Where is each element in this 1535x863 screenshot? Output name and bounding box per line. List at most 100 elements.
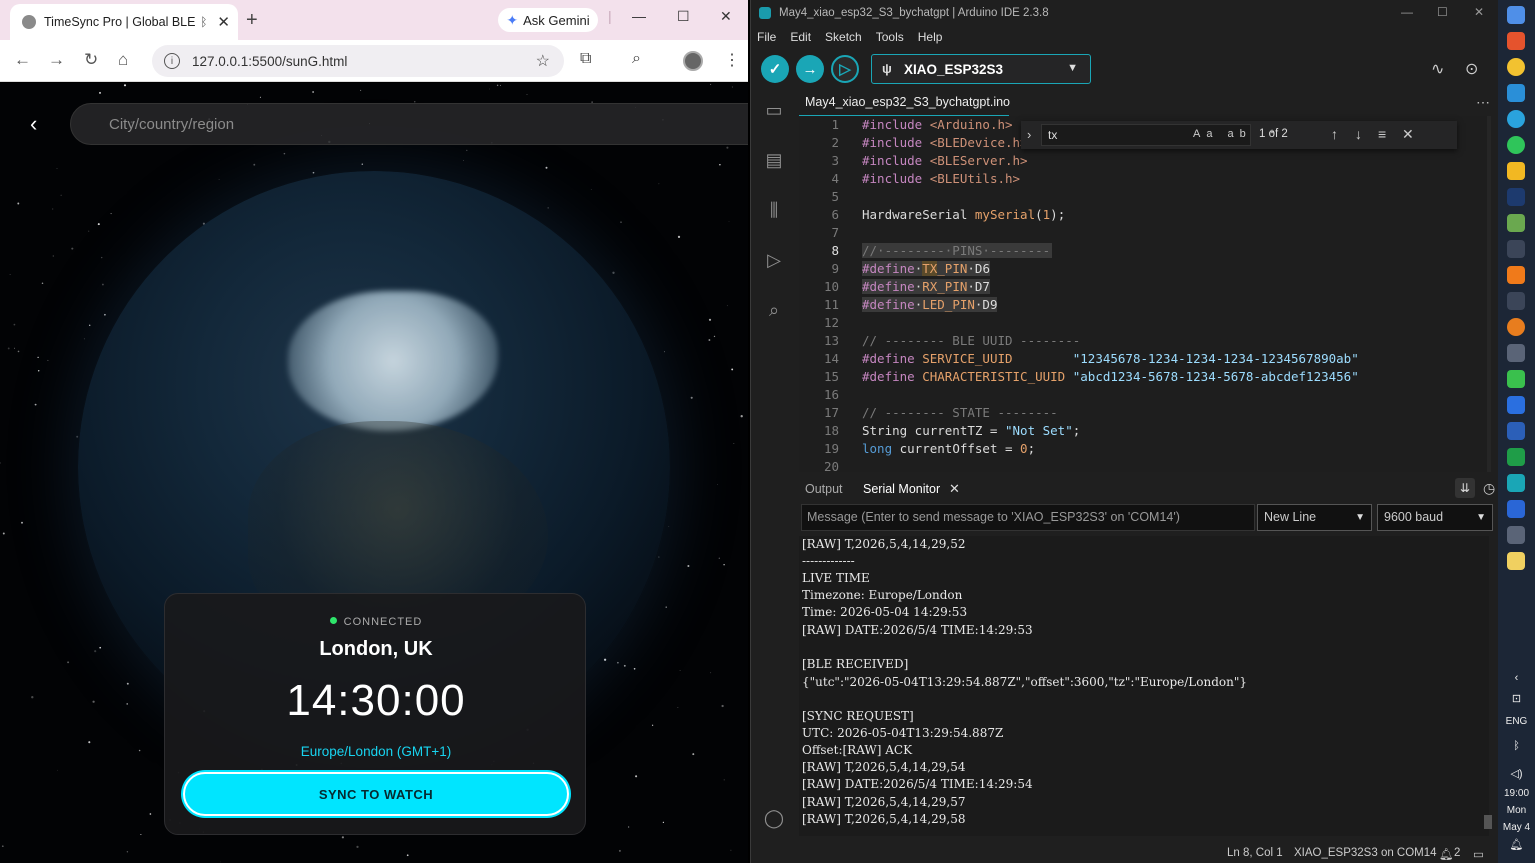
more-menu-icon[interactable]: ⋮ <box>724 50 740 70</box>
serial-monitor-icon[interactable]: ⊙ <box>1465 59 1478 79</box>
cursor-position[interactable]: Ln 8, Col 1 <box>1227 847 1283 859</box>
back-chevron-icon[interactable]: ‹ <box>30 111 37 137</box>
bookmark-star-icon[interactable]: ☆ <box>536 51 550 71</box>
clock-day[interactable]: Mon <box>1498 805 1535 816</box>
library-manager-icon[interactable]: ⫼ <box>763 200 785 222</box>
address-bar[interactable]: i 127.0.0.1:5500/sunG.html ☆ <box>152 45 564 77</box>
app-icon[interactable] <box>1507 344 1525 362</box>
profile-avatar[interactable] <box>683 51 703 71</box>
code-editor[interactable]: 1 2 3 4 5 6 7 8 9 10 11 12 13 14 15 16 17 18 19 20 #include… <box>799 116 1489 472</box>
ide-close-icon[interactable]: ✕ <box>1474 5 1484 19</box>
upload-arrow-icon[interactable]: → <box>796 55 824 83</box>
debug-icon[interactable]: ▷ <box>831 55 859 83</box>
arduino-icon[interactable] <box>1507 474 1525 492</box>
sketchbook-folder-icon[interactable]: ▭ <box>763 100 785 122</box>
whatsapp-icon[interactable] <box>1507 136 1525 154</box>
browser-tab[interactable]: TimeSync Pro | Global BLE ᛒ ✕ <box>10 4 238 40</box>
clock-date[interactable]: May 4 <box>1498 822 1535 833</box>
timestamp-icon[interactable]: ◷ <box>1483 480 1495 497</box>
file-explorer-icon[interactable] <box>1507 162 1525 180</box>
board-port-status[interactable]: XIAO_ESP32S3 on COM14 <box>1294 847 1437 859</box>
tray-app-icon[interactable]: ⊡ <box>1498 692 1535 705</box>
menu-file[interactable]: File <box>757 30 776 44</box>
site-info-icon[interactable]: i <box>164 53 180 69</box>
more-icon[interactable]: ⋯ <box>1476 94 1490 111</box>
verify-check-icon[interactable]: ✓ <box>761 55 789 83</box>
ide-maximize-icon[interactable]: ☐ <box>1437 5 1448 19</box>
menu-help[interactable]: Help <box>918 30 943 44</box>
chrome-icon[interactable] <box>1507 58 1525 76</box>
new-tab-button[interactable]: + <box>246 9 258 32</box>
line-ending-select[interactable]: New Line ▼ <box>1257 504 1372 531</box>
file-tab[interactable]: May4_xiao_esp32_S3_bychatgpt.ino <box>799 90 1010 116</box>
editor-scrollbar[interactable] <box>1487 116 1491 472</box>
search-icon[interactable]: ⌕ <box>763 300 785 322</box>
baud-rate-select[interactable]: 9600 baud ▼ <box>1377 504 1493 531</box>
serial-plotter-icon[interactable]: ∿ <box>1431 59 1444 79</box>
next-match-icon[interactable]: ↓ <box>1355 126 1362 142</box>
tab-output[interactable]: Output <box>805 482 843 496</box>
app-icon[interactable] <box>1507 214 1525 232</box>
notification-count[interactable]: 2 <box>1454 847 1460 859</box>
app-icon[interactable] <box>1507 552 1525 570</box>
sync-to-watch-button[interactable]: SYNC TO WATCH <box>183 772 569 816</box>
close-tab-icon[interactable]: ✕ <box>217 13 230 31</box>
forward-icon[interactable]: → <box>48 50 65 70</box>
kicad-icon[interactable] <box>1507 500 1525 518</box>
tray-chevron-icon[interactable]: ‹ <box>1498 672 1535 684</box>
star <box>728 221 730 223</box>
serial-message-input[interactable]: Message (Enter to send message to 'XIAO_… <box>801 504 1255 531</box>
menu-tools[interactable]: Tools <box>876 30 904 44</box>
clock-time[interactable]: 19:00 <box>1498 788 1535 799</box>
app-icon[interactable] <box>1507 526 1525 544</box>
volume-icon[interactable]: ◁) <box>1498 767 1535 780</box>
app-icon[interactable] <box>1507 448 1525 466</box>
star <box>17 202 20 205</box>
extensions-icon[interactable]: ⧉ <box>580 50 591 68</box>
photoshop-icon[interactable] <box>1507 188 1525 206</box>
find-in-selection-icon[interactable]: ≡ <box>1378 126 1386 142</box>
close-find-icon[interactable]: ✕ <box>1402 126 1414 143</box>
previous-match-icon[interactable]: ↑ <box>1331 126 1338 142</box>
inkscape-icon[interactable] <box>1507 292 1525 310</box>
menu-sketch[interactable]: Sketch <box>825 30 862 44</box>
serial-scrollbar[interactable] <box>1484 815 1492 829</box>
back-icon[interactable]: ← <box>14 50 31 70</box>
app-icon[interactable] <box>1507 266 1525 284</box>
reload-icon[interactable]: ↻ <box>84 50 98 70</box>
brave-icon[interactable] <box>1507 32 1525 50</box>
ask-gemini-button[interactable]: ✦ Ask Gemini <box>498 8 598 32</box>
telegram-icon[interactable] <box>1507 110 1525 128</box>
vscode-icon[interactable] <box>1507 84 1525 102</box>
maximize-icon[interactable]: ☐ <box>677 8 690 25</box>
account-icon[interactable]: ◯ <box>763 808 785 830</box>
home-icon[interactable]: ⌂ <box>118 50 128 70</box>
notification-icon[interactable]: 🔔︎ <box>1498 838 1535 851</box>
blender-icon[interactable] <box>1507 318 1525 336</box>
tab-search-icon[interactable]: ⌕ <box>632 50 641 68</box>
bluetooth-icon[interactable]: ᛒ <box>1498 740 1535 752</box>
toggle-replace-chevron-icon[interactable]: › <box>1027 127 1031 142</box>
word-icon[interactable] <box>1507 422 1525 440</box>
tab-serial-monitor[interactable]: Serial Monitor <box>863 482 940 496</box>
font-app-icon[interactable] <box>1507 240 1525 258</box>
close-serial-icon[interactable]: ✕ <box>949 481 960 497</box>
toggle-panel-icon[interactable]: ▭ <box>1473 847 1484 861</box>
app-icon[interactable] <box>1507 396 1525 414</box>
autoscroll-icon[interactable]: ⇊ <box>1455 478 1475 498</box>
notification-bell-icon[interactable]: 🔔︎ <box>1439 847 1454 861</box>
minimize-icon[interactable]: — <box>632 8 646 24</box>
board-selector[interactable]: ψ XIAO_ESP32S3 ▼ <box>871 54 1091 84</box>
location-search-input[interactable]: City/country/region <box>70 103 748 145</box>
line-number: 2 <box>831 135 839 150</box>
menu-edit[interactable]: Edit <box>790 30 811 44</box>
close-window-icon[interactable]: ✕ <box>720 8 732 25</box>
app-icon[interactable] <box>1507 370 1525 388</box>
star <box>14 347 16 349</box>
code-line: #define CHARACTERISTIC_UUID "abcd1234-56… <box>862 369 1359 384</box>
debug-sidebar-icon[interactable]: ▷ <box>763 250 785 272</box>
boards-manager-icon[interactable]: ▤ <box>763 150 785 172</box>
start-icon[interactable] <box>1507 6 1525 24</box>
language-indicator[interactable]: ENG <box>1498 716 1535 727</box>
ide-minimize-icon[interactable]: — <box>1401 5 1413 19</box>
